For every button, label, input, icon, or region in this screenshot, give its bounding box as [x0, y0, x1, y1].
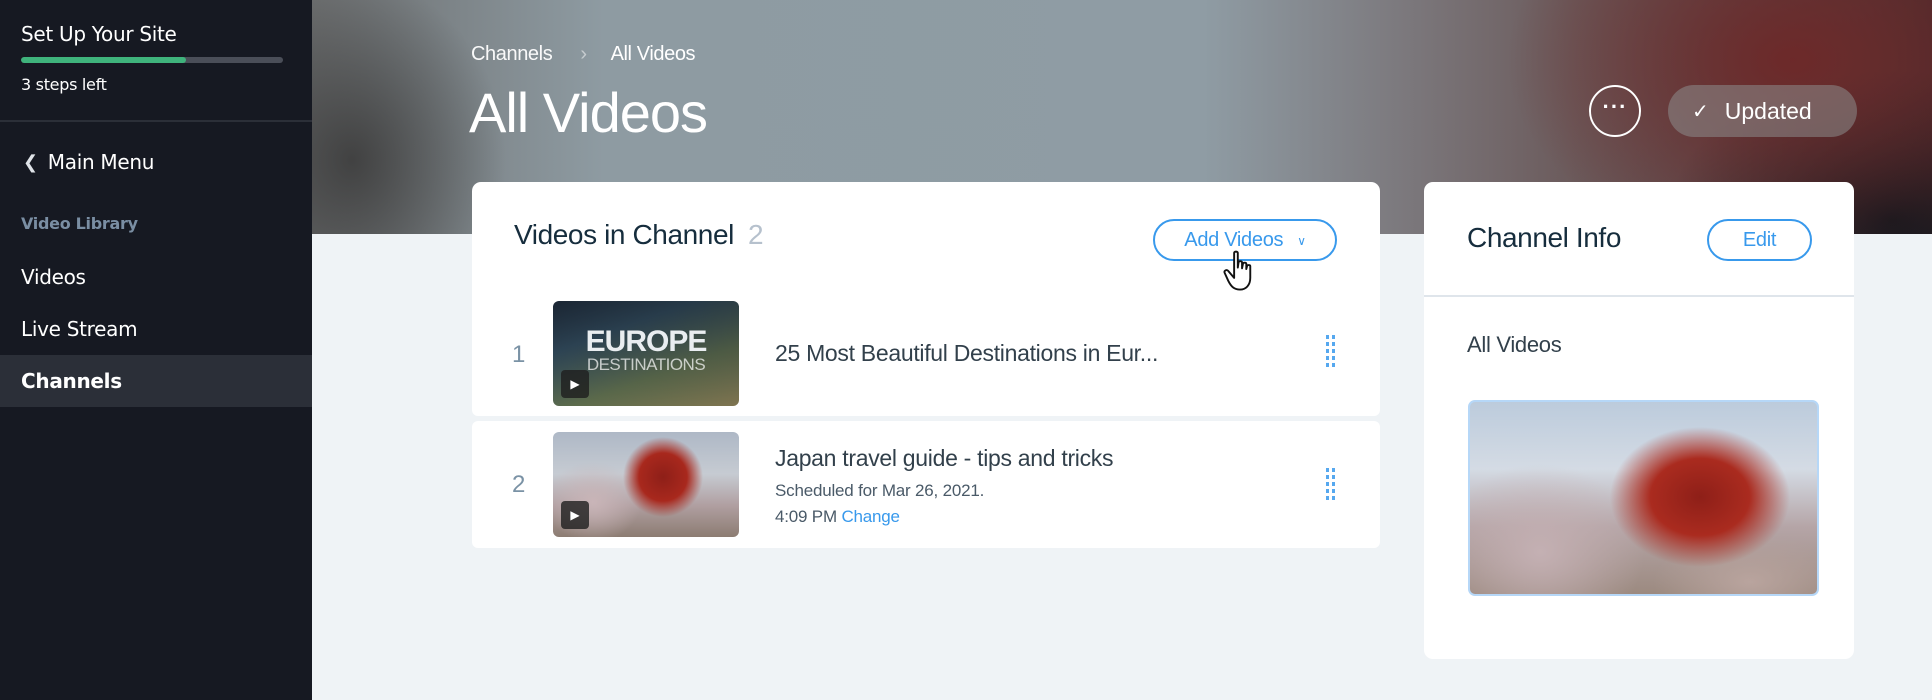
- setup-progress-fill: [21, 57, 187, 63]
- video-row-card: 2 ▶ Japan travel guide - tips and tricks…: [472, 421, 1380, 548]
- ellipsis-icon: ···: [1602, 94, 1628, 119]
- sidebar-divider: [0, 120, 312, 122]
- steps-left-text: 3 steps left: [21, 75, 107, 94]
- add-videos-button[interactable]: Add Videos ∨: [1153, 219, 1337, 261]
- edit-label: Edit: [1742, 228, 1777, 251]
- video-index: 2: [512, 471, 526, 498]
- video-schedule-date: Scheduled for Mar 26, 2021.: [775, 481, 985, 500]
- thumb-text-main: EUROPE: [585, 325, 708, 358]
- check-icon: ✓: [1692, 100, 1709, 123]
- breadcrumb-current: All Videos: [610, 43, 696, 65]
- sidebar-item-label: Live Stream: [21, 317, 138, 341]
- video-title[interactable]: 25 Most Beautiful Destinations in Eur...: [775, 340, 1158, 367]
- updated-status-button[interactable]: ✓ Updated: [1668, 85, 1857, 137]
- sidebar-item-label: Videos: [21, 265, 86, 289]
- videos-card-title: Videos in Channel 2: [514, 219, 764, 251]
- add-videos-label: Add Videos: [1184, 228, 1284, 251]
- breadcrumb: Channels › All Videos: [471, 43, 696, 66]
- drag-handle-icon[interactable]: [1326, 335, 1335, 367]
- channel-name: All Videos: [1467, 332, 1562, 357]
- main-menu-label: Main Menu: [47, 150, 155, 174]
- setup-title[interactable]: Set Up Your Site: [21, 22, 177, 46]
- sidebar-item-channels[interactable]: Channels: [0, 355, 312, 407]
- more-actions-button[interactable]: ···: [1589, 85, 1641, 137]
- video-thumbnail[interactable]: ▶: [553, 432, 739, 537]
- breadcrumb-chevron-icon: ›: [580, 43, 587, 65]
- channel-cover-image[interactable]: [1468, 400, 1819, 596]
- edit-channel-button[interactable]: Edit: [1707, 219, 1812, 261]
- page-title: All Videos: [469, 81, 708, 144]
- channel-info-title: Channel Info: [1467, 222, 1621, 253]
- change-schedule-link[interactable]: Change: [841, 507, 900, 526]
- video-schedule-time-line: 4:09 PM Change: [775, 507, 900, 527]
- video-index: 1: [512, 341, 526, 368]
- video-row[interactable]: 2 ▶ Japan travel guide - tips and tricks…: [472, 421, 1380, 548]
- channel-info-divider: [1424, 295, 1854, 297]
- videos-card-title-text: Videos in Channel: [514, 219, 734, 250]
- breadcrumb-channels[interactable]: Channels: [471, 43, 553, 66]
- section-label-video-library: Video Library: [21, 214, 138, 233]
- chevron-left-icon: ❮: [23, 151, 38, 173]
- sidebar-item-live-stream[interactable]: Live Stream: [0, 303, 312, 355]
- updated-label: Updated: [1724, 97, 1812, 124]
- video-schedule-time: 4:09 PM: [775, 507, 837, 526]
- play-icon[interactable]: ▶: [561, 370, 589, 398]
- video-row[interactable]: 1 EUROPE DESTINATIONS ▶ 25 Most Beautifu…: [472, 301, 1380, 416]
- sidebar-item-label: Channels: [21, 369, 122, 393]
- video-title[interactable]: Japan travel guide - tips and tricks: [775, 445, 1114, 472]
- sidebar-item-videos[interactable]: Videos: [0, 251, 312, 303]
- main-menu-back-link[interactable]: ❮ Main Menu: [23, 150, 154, 174]
- video-count: 2: [747, 219, 764, 250]
- videos-in-channel-card: Videos in Channel 2 Add Videos ∨ 1 EUROPE…: [472, 182, 1380, 416]
- drag-handle-icon[interactable]: [1326, 468, 1335, 500]
- play-icon[interactable]: ▶: [561, 501, 589, 529]
- chevron-down-icon: ∨: [1297, 234, 1306, 248]
- video-thumbnail[interactable]: EUROPE DESTINATIONS ▶: [553, 301, 739, 406]
- sidebar: Set Up Your Site 3 steps left ❮ Main Men…: [0, 0, 312, 700]
- setup-progress-bar: [21, 57, 283, 63]
